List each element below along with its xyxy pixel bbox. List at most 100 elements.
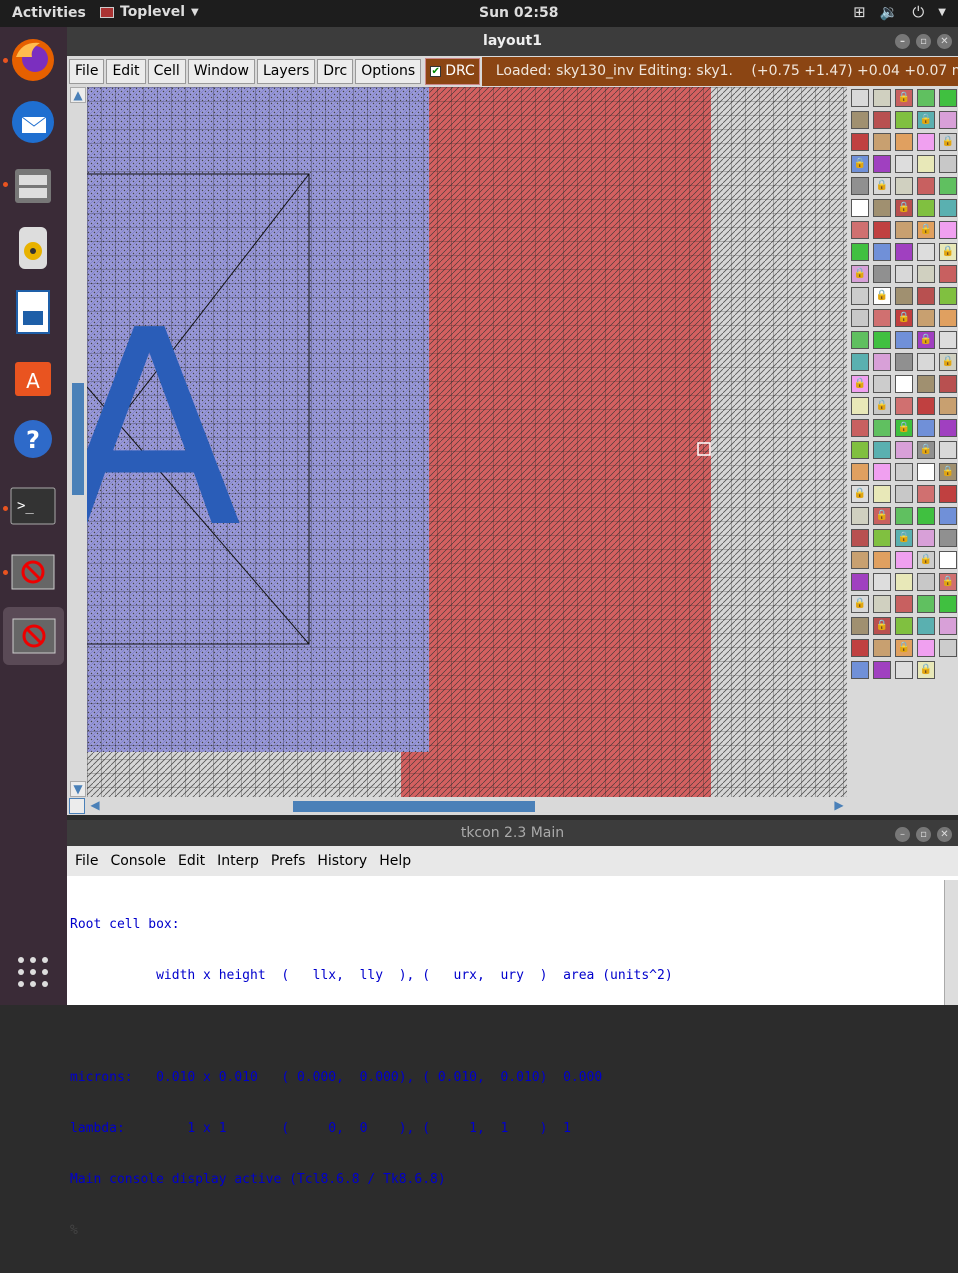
layer-swatch[interactable] bbox=[873, 331, 891, 349]
layer-swatch[interactable]: 🔒 bbox=[873, 617, 891, 635]
firefox-icon[interactable] bbox=[8, 35, 58, 85]
layer-swatch[interactable] bbox=[917, 287, 935, 305]
layer-swatch[interactable] bbox=[917, 265, 935, 283]
layer-swatch[interactable] bbox=[939, 221, 957, 239]
activities-button[interactable]: Activities bbox=[12, 5, 86, 21]
layer-swatch[interactable] bbox=[873, 221, 891, 239]
scroll-left-arrow-icon[interactable]: ◀ bbox=[87, 798, 103, 814]
layer-swatch[interactable] bbox=[895, 155, 913, 173]
menu-window[interactable]: Window bbox=[187, 59, 255, 84]
layer-swatch[interactable] bbox=[895, 551, 913, 569]
layer-swatch[interactable] bbox=[873, 551, 891, 569]
layer-swatch[interactable] bbox=[939, 595, 957, 613]
layer-swatch[interactable] bbox=[939, 309, 957, 327]
layer-palette[interactable]: 🔒 🔒 🔒 🔒 🔒 🔒 🔒 🔒 🔒 🔒 🔒 🔒 🔒 🔒 🔒 🔒 🔒 🔒 🔒 🔒 🔒 🔒 🔒 🔒 🔒 🔒 🔒 bbox=[849, 89, 957, 689]
layer-swatch[interactable] bbox=[939, 89, 957, 107]
layer-swatch[interactable] bbox=[873, 573, 891, 591]
layer-swatch[interactable] bbox=[873, 89, 891, 107]
layer-swatch[interactable] bbox=[895, 265, 913, 283]
layer-swatch[interactable]: 🔒 bbox=[895, 89, 913, 107]
layer-swatch[interactable] bbox=[939, 529, 957, 547]
layer-swatch[interactable] bbox=[917, 419, 935, 437]
layer-swatch[interactable] bbox=[939, 639, 957, 657]
window-titlebar[interactable]: tkcon 2.3 Main – ▫ ✕ bbox=[67, 820, 958, 846]
menu-file[interactable]: File bbox=[75, 853, 98, 869]
layer-swatch[interactable] bbox=[851, 353, 869, 371]
layer-swatch[interactable] bbox=[895, 177, 913, 195]
layer-swatch[interactable]: 🔒 bbox=[873, 287, 891, 305]
zoom-box-icon[interactable] bbox=[69, 798, 85, 814]
layer-swatch[interactable] bbox=[895, 661, 913, 679]
layer-swatch[interactable] bbox=[939, 551, 957, 569]
layer-swatch[interactable] bbox=[895, 573, 913, 591]
menu-history[interactable]: History bbox=[317, 853, 367, 869]
layer-swatch[interactable] bbox=[939, 397, 957, 415]
layer-swatch[interactable] bbox=[851, 177, 869, 195]
layer-swatch[interactable]: 🔒 bbox=[851, 375, 869, 393]
menu-prefs[interactable]: Prefs bbox=[271, 853, 305, 869]
layer-swatch[interactable]: 🔒 bbox=[895, 529, 913, 547]
layout-drawing[interactable]: A bbox=[87, 87, 847, 797]
layer-swatch[interactable] bbox=[851, 397, 869, 415]
layer-swatch[interactable] bbox=[917, 463, 935, 481]
layer-swatch[interactable] bbox=[895, 507, 913, 525]
layer-swatch[interactable] bbox=[851, 199, 869, 217]
layer-swatch[interactable] bbox=[939, 617, 957, 635]
layer-swatch[interactable]: 🔒 bbox=[895, 639, 913, 657]
vertical-scrollbar[interactable]: ▲ ▼ bbox=[70, 87, 86, 797]
menu-options[interactable]: Options bbox=[355, 59, 422, 84]
layer-swatch[interactable]: 🔒 bbox=[873, 397, 891, 415]
console-scrollbar[interactable] bbox=[944, 880, 958, 1005]
layer-swatch[interactable] bbox=[851, 111, 869, 129]
console-prompt[interactable]: % bbox=[70, 1222, 940, 1239]
layer-swatch[interactable] bbox=[917, 485, 935, 503]
layer-swatch[interactable] bbox=[917, 507, 935, 525]
layer-swatch[interactable] bbox=[917, 595, 935, 613]
layer-swatch[interactable] bbox=[917, 309, 935, 327]
rhythmbox-icon[interactable] bbox=[8, 223, 58, 273]
close-button[interactable]: ✕ bbox=[937, 34, 952, 49]
menu-drc[interactable]: Drc bbox=[317, 59, 354, 84]
layer-swatch[interactable] bbox=[895, 375, 913, 393]
layer-swatch[interactable]: 🔒 bbox=[917, 221, 935, 239]
layer-swatch[interactable] bbox=[939, 199, 957, 217]
layer-swatch[interactable] bbox=[873, 133, 891, 151]
layer-swatch[interactable] bbox=[895, 243, 913, 261]
layer-swatch[interactable] bbox=[873, 111, 891, 129]
layer-swatch[interactable] bbox=[851, 419, 869, 437]
layer-swatch[interactable] bbox=[917, 177, 935, 195]
scroll-down-arrow-icon[interactable]: ▼ bbox=[70, 781, 86, 797]
menu-help[interactable]: Help bbox=[379, 853, 411, 869]
layer-swatch[interactable] bbox=[939, 485, 957, 503]
layer-swatch[interactable] bbox=[939, 441, 957, 459]
layer-swatch[interactable] bbox=[873, 441, 891, 459]
layer-swatch[interactable] bbox=[895, 463, 913, 481]
layer-swatch[interactable] bbox=[917, 397, 935, 415]
layer-swatch[interactable] bbox=[939, 287, 957, 305]
terminal-icon[interactable]: >_ bbox=[8, 481, 58, 531]
layer-swatch[interactable] bbox=[939, 177, 957, 195]
layer-swatch[interactable] bbox=[851, 507, 869, 525]
layer-swatch[interactable] bbox=[873, 309, 891, 327]
layer-swatch[interactable] bbox=[873, 529, 891, 547]
layer-swatch[interactable] bbox=[895, 111, 913, 129]
scroll-up-arrow-icon[interactable]: ▲ bbox=[70, 87, 86, 103]
menu-console[interactable]: Console bbox=[110, 853, 166, 869]
layer-swatch[interactable]: 🔒 bbox=[939, 353, 957, 371]
layer-swatch[interactable] bbox=[917, 89, 935, 107]
layer-swatch[interactable]: 🔒 bbox=[851, 485, 869, 503]
layer-swatch[interactable] bbox=[851, 441, 869, 459]
layer-swatch[interactable] bbox=[917, 573, 935, 591]
layer-swatch[interactable] bbox=[851, 331, 869, 349]
layer-swatch[interactable] bbox=[917, 529, 935, 547]
layer-swatch[interactable] bbox=[873, 595, 891, 613]
app-menu[interactable]: Toplevel ▼ bbox=[100, 4, 199, 20]
layer-swatch[interactable] bbox=[939, 111, 957, 129]
menu-file[interactable]: File bbox=[69, 59, 105, 84]
layer-swatch[interactable]: 🔒 bbox=[895, 309, 913, 327]
layer-swatch[interactable] bbox=[917, 617, 935, 635]
system-tray[interactable]: ⊞ 🔉 ⏻ ▼ bbox=[853, 3, 946, 23]
layer-swatch[interactable] bbox=[895, 353, 913, 371]
layer-swatch[interactable] bbox=[873, 639, 891, 657]
layer-swatch[interactable]: 🔒 bbox=[939, 573, 957, 591]
